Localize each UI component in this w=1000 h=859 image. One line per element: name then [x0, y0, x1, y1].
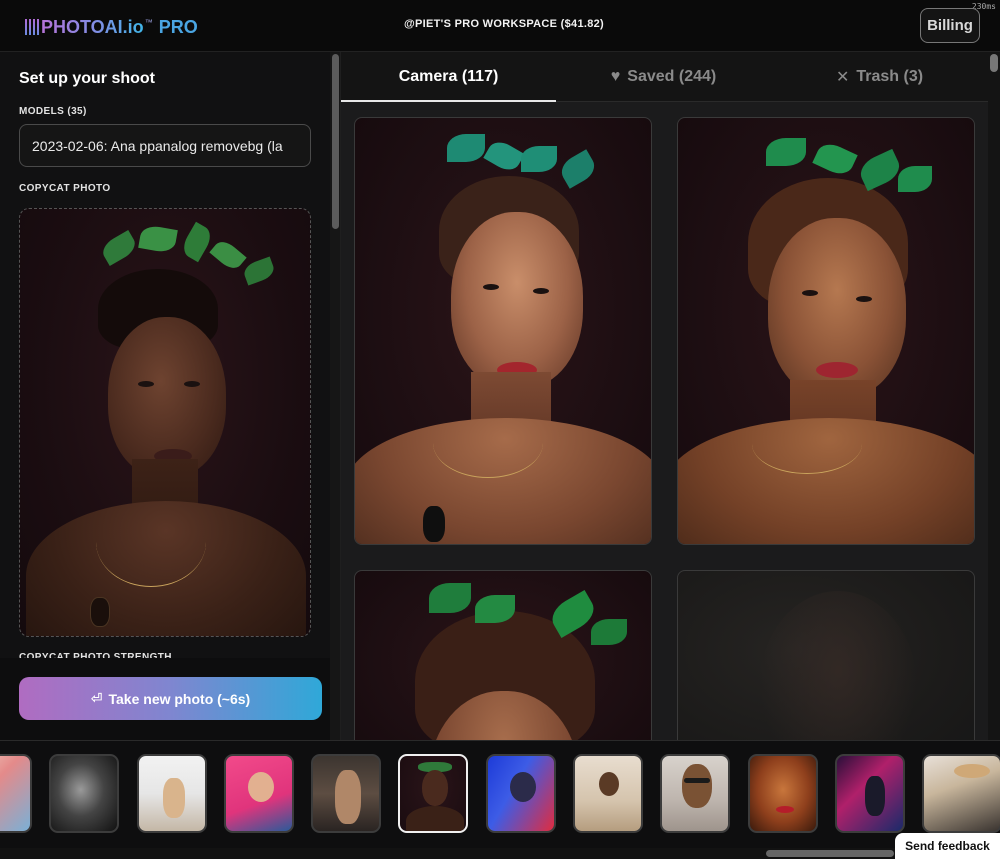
logo-trademark: ™ — [144, 17, 153, 27]
gallery-photo[interactable] — [354, 117, 652, 545]
sidebar-title: Set up your shoot — [19, 70, 155, 87]
gallery-scrollbar-thumb[interactable] — [990, 54, 998, 72]
thumbnail-glasses-sweater[interactable] — [660, 754, 730, 833]
photo-gallery: Camera (117) ♥ Saved (244) ✕ Trash (3) — [341, 52, 988, 740]
tab-trash[interactable]: ✕ Trash (3) — [771, 52, 988, 102]
sidebar-scrollbar-thumb[interactable] — [332, 54, 339, 229]
copycat-photo-dropzone[interactable] — [19, 208, 311, 637]
heart-icon: ♥ — [610, 68, 621, 85]
tab-camera-label: Camera (117) — [398, 68, 499, 85]
gallery-photo-loading[interactable] — [677, 570, 975, 740]
thumbnail-lingerie-dark[interactable] — [311, 754, 381, 833]
thumbnail-sitting-studio[interactable] — [137, 754, 207, 833]
thumbnail-leaf-crown-portrait[interactable] — [398, 754, 468, 833]
thumbnail-beach-swimwear[interactable] — [0, 754, 32, 833]
models-label: MODELS (35) — [19, 106, 87, 117]
copycat-portrait-image — [20, 209, 310, 636]
gallery-scrollbar[interactable] — [988, 52, 1000, 740]
thumbnail-neon-night-street[interactable] — [835, 754, 905, 833]
thumbnail-car-hat[interactable] — [922, 754, 1000, 833]
thumbnail-pink-wall[interactable] — [224, 754, 294, 833]
take-photo-label: Take new photo (~6s) — [108, 690, 251, 707]
close-icon: ✕ — [835, 69, 850, 86]
logo-bars-icon — [25, 19, 39, 35]
model-select-input[interactable]: 2023-02-06: Ana ppanalog removebg (la — [19, 124, 311, 167]
send-feedback-button[interactable]: Send feedback — [895, 833, 1000, 859]
gallery-photo[interactable] — [354, 570, 652, 740]
logo-pro-badge: PRO — [158, 16, 198, 37]
tab-saved-label: Saved (244) — [627, 68, 717, 85]
thumbnail-redhead-closeup[interactable] — [748, 754, 818, 833]
tab-camera[interactable]: Camera (117) — [341, 52, 556, 102]
thumbnail-bw-hair-motion[interactable] — [49, 754, 119, 833]
tab-trash-label: Trash (3) — [856, 68, 924, 85]
shoot-setup-sidebar: Set up your shoot MODELS (35) 2023-02-06… — [0, 52, 341, 740]
strip-scrollbar-thumb[interactable] — [766, 850, 894, 857]
top-bar: PHOTOAI.io ™ PRO @PIET'S PRO WORKSPACE (… — [0, 0, 1000, 52]
return-arrow-icon: ⏎ — [90, 690, 103, 706]
thumbnail-neon-blue-red[interactable] — [486, 754, 556, 833]
logo[interactable]: PHOTOAI.io ™ PRO — [25, 15, 198, 39]
logo-text: PHOTOAI.io — [41, 16, 144, 37]
thumbnail-bed-lounging[interactable] — [573, 754, 643, 833]
copycat-photo-label: COPYCAT PHOTO — [19, 183, 111, 194]
workspace-title[interactable]: @PIET'S PRO WORKSPACE ($41.82) — [404, 18, 604, 30]
gallery-photo[interactable] — [677, 117, 975, 545]
take-new-photo-button[interactable]: ⏎ Take new photo (~6s) — [19, 677, 322, 720]
tab-saved[interactable]: ♥ Saved (244) — [556, 52, 771, 102]
active-tab-indicator — [341, 100, 556, 102]
billing-button[interactable]: Billing — [920, 8, 980, 43]
gallery-tabs: Camera (117) ♥ Saved (244) ✕ Trash (3) — [341, 52, 988, 102]
